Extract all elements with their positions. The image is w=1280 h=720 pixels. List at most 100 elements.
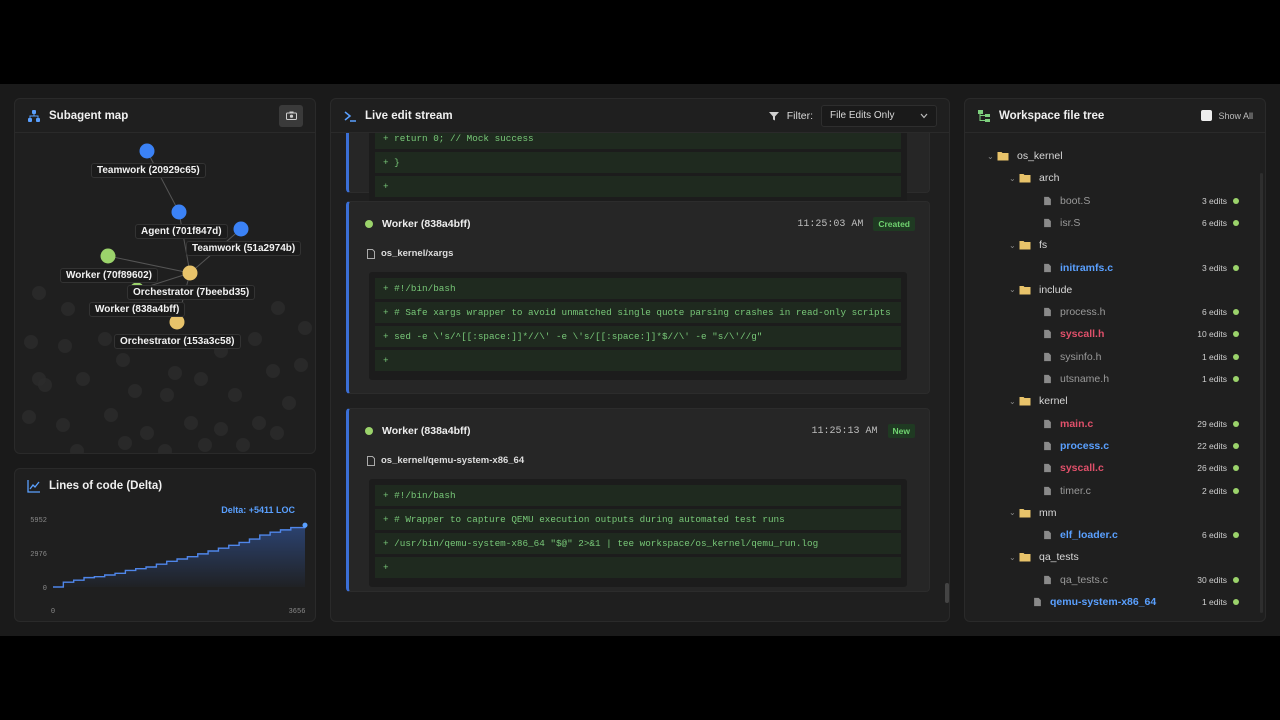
edit-card: + return 0; // Mock success + } + [346,133,930,204]
file-path[interactable]: os_kernel/xargs [367,248,453,259]
node-label: Worker (838a4bff) [89,302,186,317]
chevron-down-icon[interactable]: ⌄ [987,152,997,161]
tree-file[interactable]: process.c 22 edits [965,436,1255,456]
agent-node[interactable] [182,265,198,281]
tree-item-name: sysinfo.h [1060,350,1102,363]
background-node [104,408,118,422]
tree-folder[interactable]: ⌄ mm [965,503,1255,523]
tree-item-name: fs [1039,239,1048,252]
loc-endpoint [302,522,308,528]
tree-file[interactable]: boot.S 3 edits [965,191,1255,211]
tree-file[interactable]: syscall.h 10 edits [965,324,1255,344]
file-icon [1044,263,1051,272]
chevron-down-icon[interactable]: ⌄ [1009,508,1019,517]
show-all-toggle[interactable]: Show All [1201,110,1253,121]
tree-file[interactable]: isr.S 6 edits [965,213,1255,233]
show-all-label: Show All [1218,110,1253,121]
agent-node[interactable] [100,248,116,264]
code-line: + # Safe xargs wrapper to avoid unmatche… [375,302,901,323]
file-icon [1044,196,1051,205]
background-node [56,418,70,432]
node-label: Orchestrator (153a3c58) [114,334,241,349]
folder-icon [997,152,1009,161]
timestamp: 11:25:13 AM [811,425,878,437]
code-line: + sed -e \'s/^[[:space:]]*//\' -e \'s/[[… [375,326,901,347]
tree-file[interactable]: initramfs.c 3 edits [965,258,1255,278]
chevron-down-icon[interactable]: ⌄ [1009,285,1019,294]
chevron-down-icon[interactable]: ⌄ [1009,174,1019,183]
tree-item-name: include [1039,283,1073,296]
x-tick-label: 0 [51,608,55,616]
file-path[interactable]: os_kernel/qemu-system-x86_64 [367,455,524,466]
folder-icon [1019,174,1031,183]
chevron-down-icon[interactable]: ⌄ [1009,397,1019,406]
tree-file[interactable]: process.h 6 edits [965,302,1255,322]
chevron-down-icon[interactable]: ⌄ [1009,241,1019,250]
tree-file[interactable]: syscall.c 26 edits [965,458,1255,478]
background-node [248,332,262,346]
subagent-map-panel: Subagent map Teamwork (20929c65) Agent (… [14,98,316,454]
tree-item-name: initramfs.c [1060,261,1114,274]
subagent-map-header: Subagent map [15,99,315,133]
folder-icon [1019,553,1031,562]
tree-folder[interactable]: ⌄ fs [965,235,1255,255]
file-icon [1044,441,1051,451]
tree-file[interactable]: timer.c 2 edits [965,481,1255,501]
background-node [252,416,266,430]
background-node [118,436,132,450]
stream-list[interactable]: + return 0; // Mock success + } + Worker… [331,133,949,621]
code-line: + # Wrapper to capture QEMU execution ou… [375,509,901,530]
background-node [294,358,308,372]
subagent-graph[interactable]: Teamwork (20929c65) Agent (701f847d) Tea… [15,133,315,453]
tree-file[interactable]: elf_loader.c 6 edits [965,525,1255,545]
stream-scrollbar[interactable] [945,583,949,603]
background-node [24,335,38,349]
tree-item-name: main.c [1060,417,1094,430]
filter-icon [768,111,779,120]
chevron-down-icon [920,113,928,118]
snapshot-button[interactable] [279,104,303,127]
tree-file[interactable]: main.c 29 edits [965,414,1255,434]
agent-status-dot [365,220,373,228]
stream-header: Live edit stream Filter: File Edits Only [331,99,949,133]
file-icon [1044,352,1051,361]
edit-status-dot [1233,599,1239,605]
background-node [214,422,228,436]
chevron-down-icon[interactable]: ⌄ [1009,553,1019,562]
background-node [160,388,174,402]
edit-status-dot [1233,264,1239,271]
background-node [128,384,142,398]
tree-file[interactable]: sysinfo.h 1 edits [965,347,1255,367]
filter-select[interactable]: File Edits Only [821,104,937,127]
edit-status-dot [1233,442,1239,449]
show-all-checkbox[interactable] [1201,110,1213,121]
folder-icon [1019,241,1031,250]
background-node [168,366,182,380]
code-line: + [375,176,901,197]
tree-folder[interactable]: ⌄ kernel [965,391,1255,411]
tree-file[interactable]: utsname.h 1 edits [965,369,1255,389]
background-node [228,388,242,402]
tree-scrollbar[interactable] [1260,173,1263,613]
edit-count: 10 edits [1197,329,1227,340]
agent-node[interactable] [171,204,187,220]
edit-card: Worker (838a4bff) 11:25:03 AM Created os… [346,201,930,394]
background-node [116,353,130,367]
tree-folder[interactable]: ⌄ os_kernel [965,146,1255,166]
agent-node[interactable] [233,221,249,237]
edit-status-dot [1233,309,1239,316]
edit-status-dot [1233,197,1239,204]
file-icon [1044,464,1051,473]
folder-icon [1019,285,1031,295]
tree-folder[interactable]: ⌄ include [965,280,1255,300]
tree-folder[interactable]: ⌄ qa_tests [965,547,1255,567]
background-node [140,426,154,440]
tree-file[interactable]: qemu-system-x86_64 1 edits [965,592,1255,612]
file-path-text: os_kernel/qemu-system-x86_64 [381,455,525,466]
loc-panel: Lines of code (Delta) Delta: +5411 LOC 59… [14,468,316,622]
tree-file[interactable]: qa_tests.c 30 edits [965,570,1255,590]
tree-folder[interactable]: ⌄ arch [965,168,1255,188]
tree-item-name: qa_tests.c [1060,573,1108,586]
agent-node[interactable] [139,143,155,159]
chart-line-icon [27,480,40,493]
